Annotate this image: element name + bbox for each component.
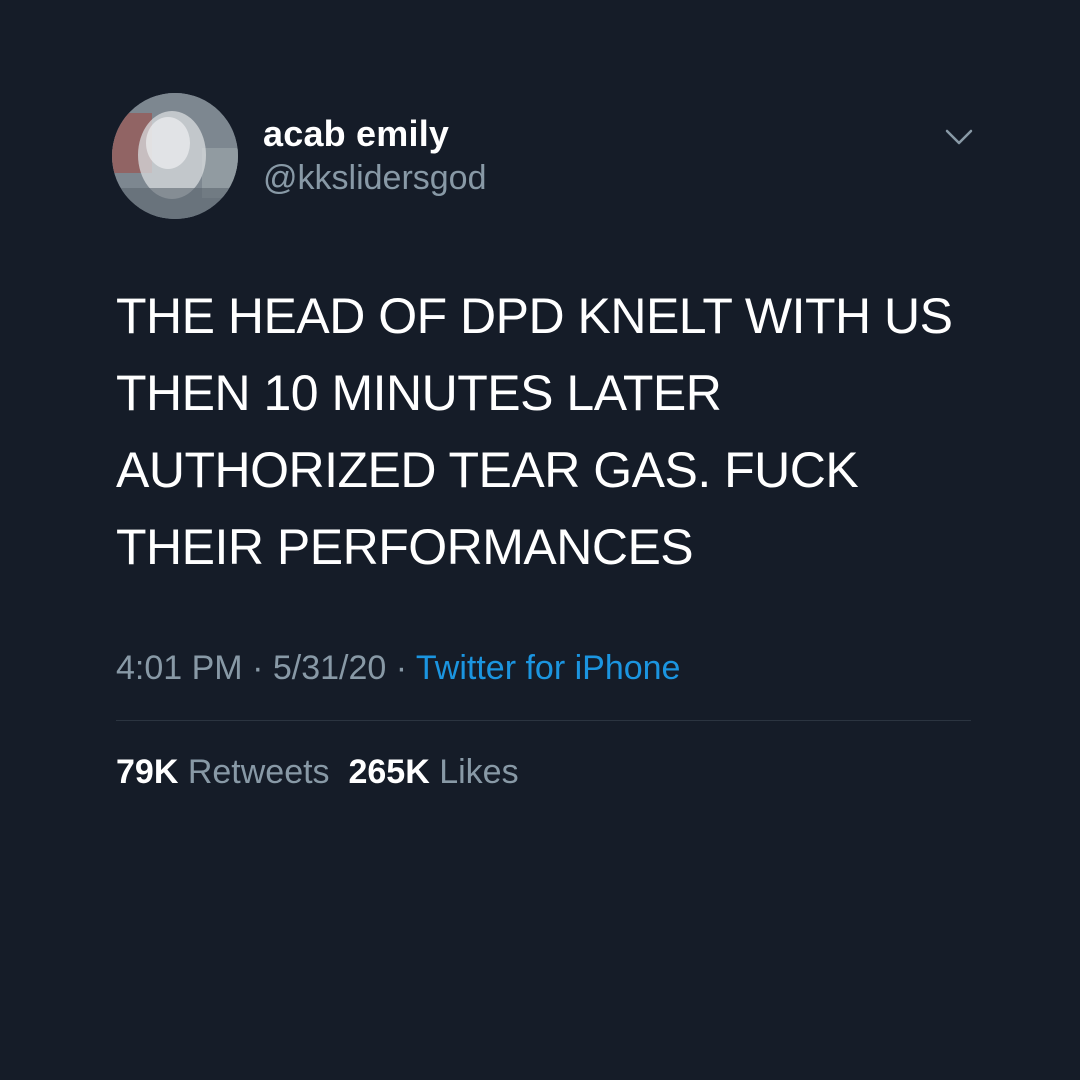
retweets-stat[interactable]: 79K Retweets (116, 753, 330, 791)
engagement-stats: 79K Retweets 265K Likes (116, 750, 519, 794)
tweet-meta: 4:01 PM · 5/31/20 · Twitter for iPhone (116, 646, 680, 690)
meta-separator: · (386, 649, 416, 687)
chevron-down-icon[interactable] (942, 122, 976, 152)
divider (116, 720, 971, 721)
tweet-date[interactable]: 5/31/20 (273, 649, 386, 687)
tweet-text: THE HEAD OF DPD KNELT WITH US THEN 10 MI… (116, 288, 953, 575)
source-link[interactable]: Twitter for iPhone (416, 649, 681, 687)
tweet-time[interactable]: 4:01 PM (116, 649, 243, 687)
likes-stat[interactable]: 265K Likes (348, 753, 518, 791)
display-name[interactable]: acab emily (263, 112, 487, 156)
likes-count: 265K (348, 753, 430, 791)
author-info[interactable]: acab emily @kkslidersgod (263, 112, 487, 200)
meta-separator: · (242, 649, 273, 687)
retweets-count: 79K (116, 753, 179, 791)
handle[interactable]: @kkslidersgod (263, 156, 487, 200)
tweet-card: acab emily @kkslidersgod THE HEAD OF DPD… (0, 0, 1080, 1080)
avatar[interactable] (112, 93, 238, 219)
likes-label: Likes (439, 753, 519, 791)
avatar-image (112, 93, 238, 219)
retweets-label: Retweets (187, 753, 330, 791)
